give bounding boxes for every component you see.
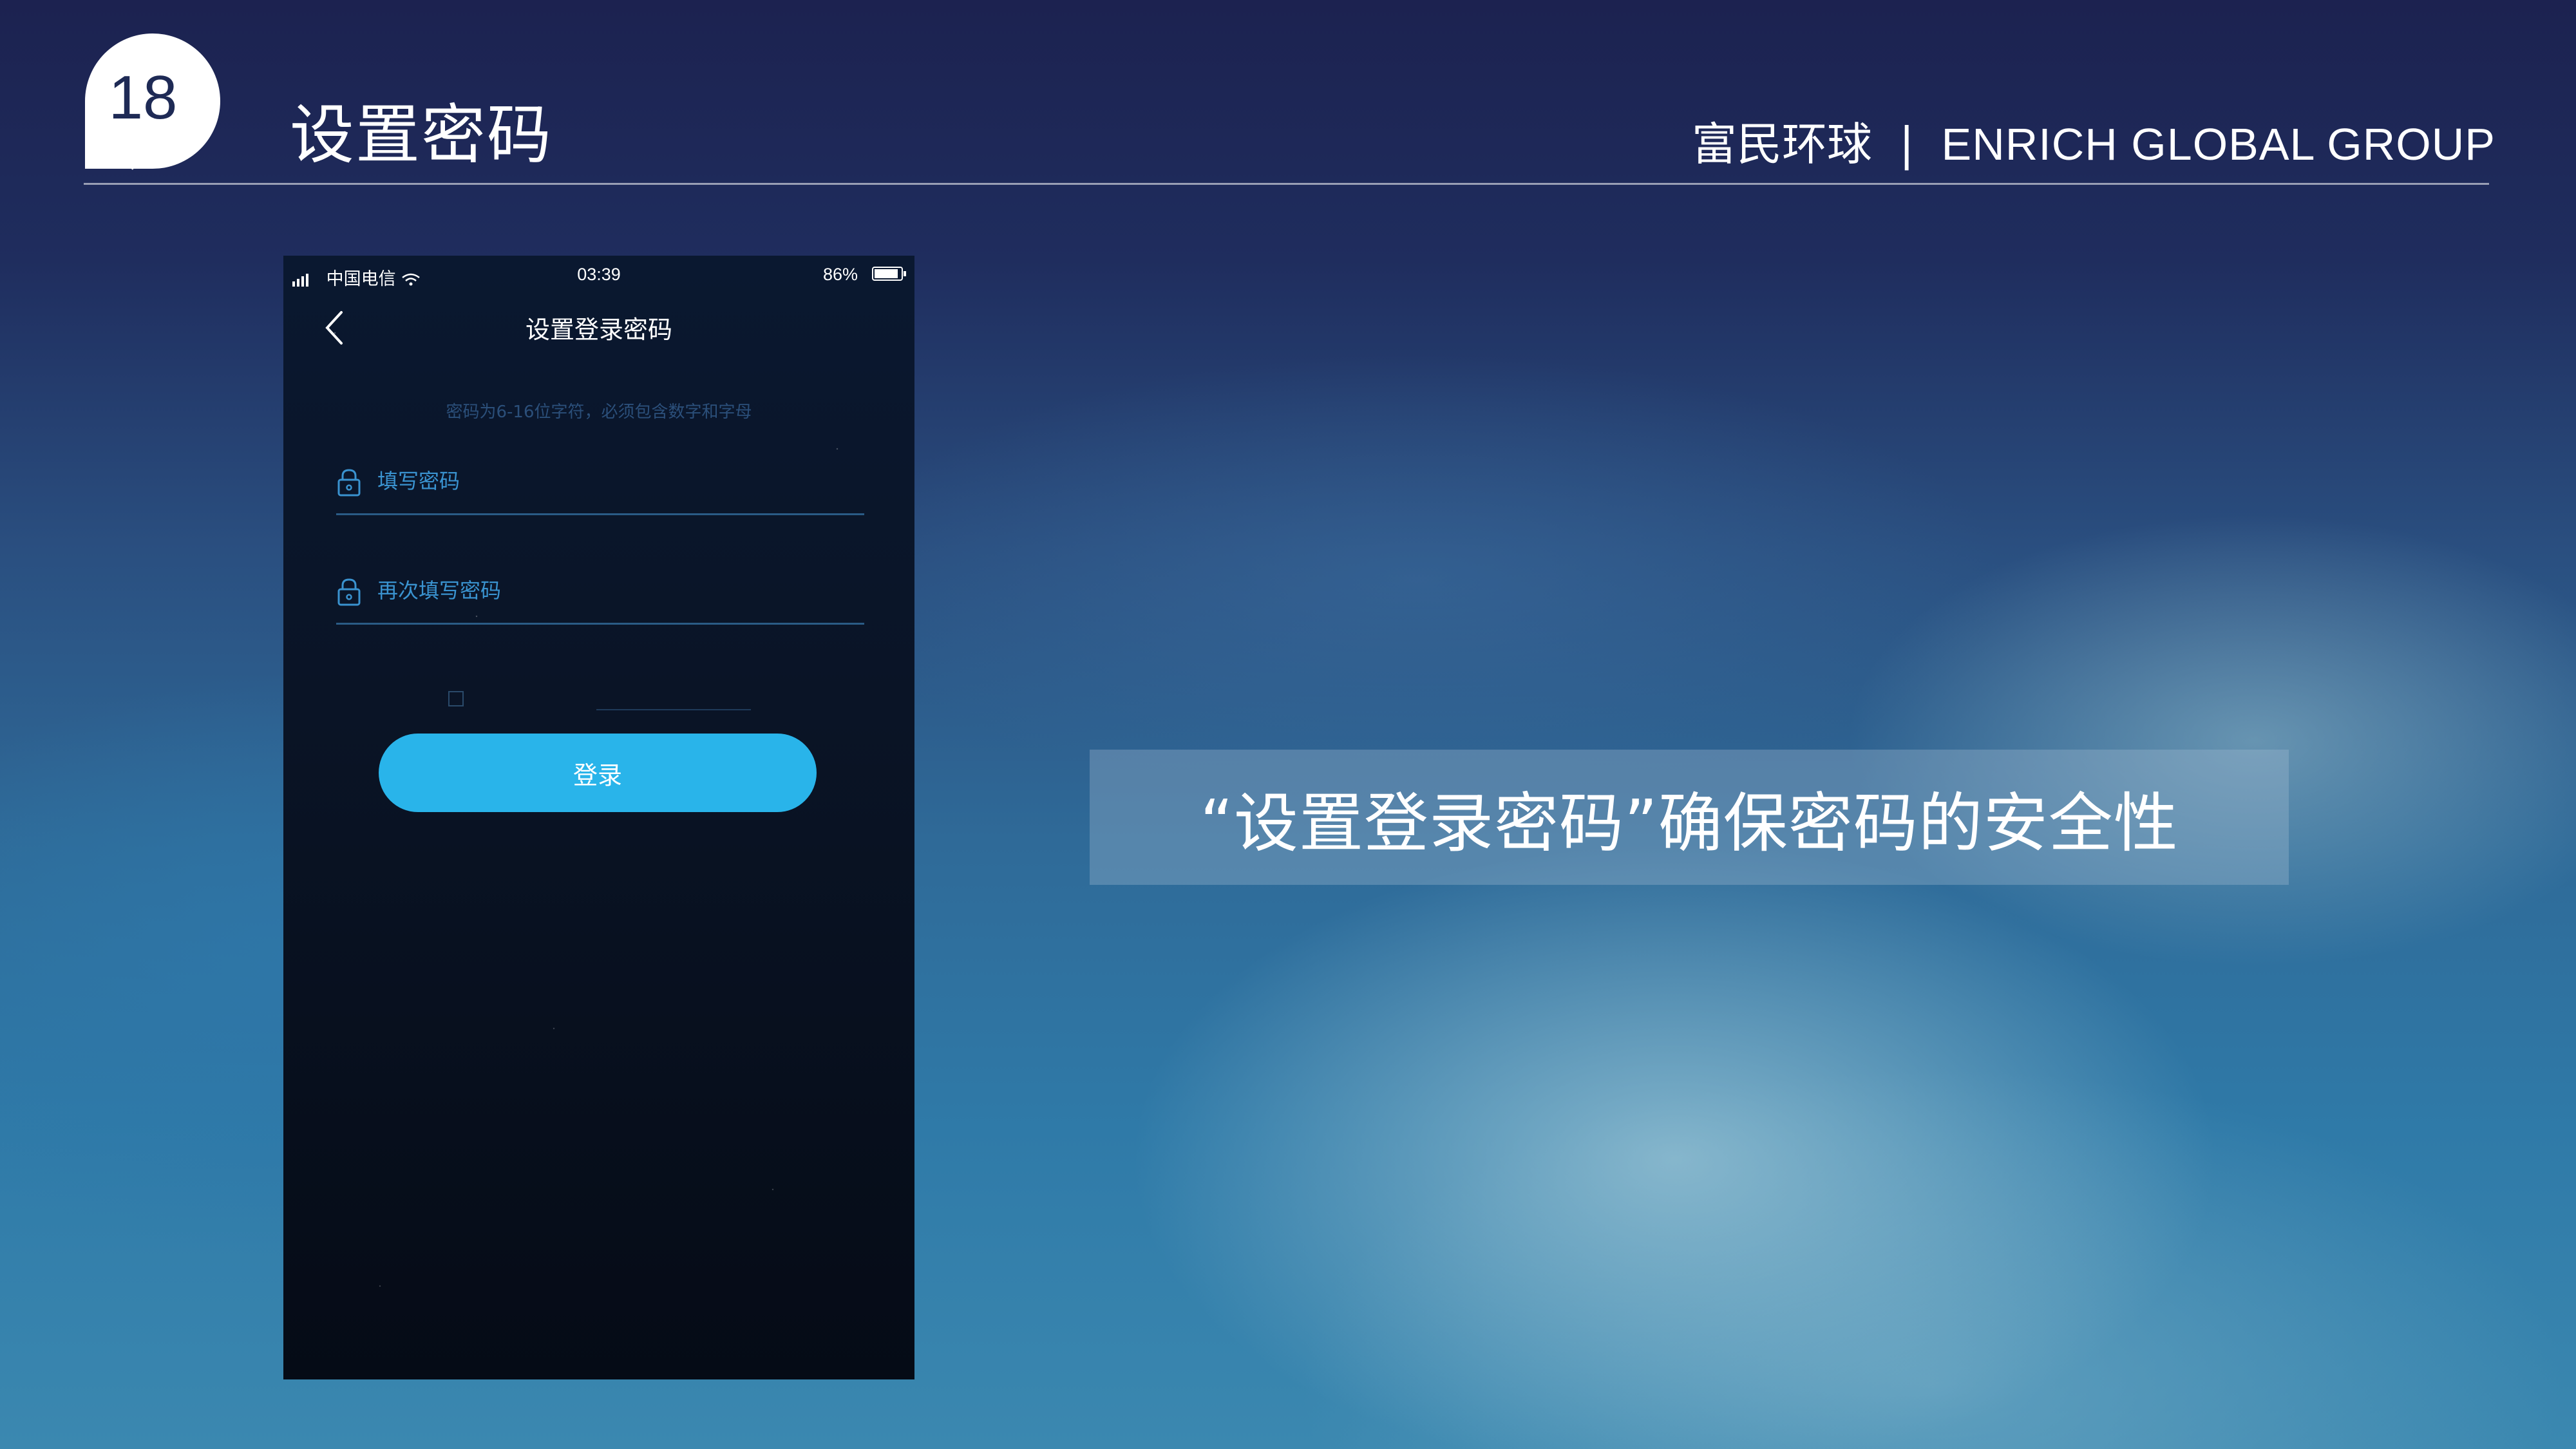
login-button[interactable]: 登录 xyxy=(379,734,817,812)
slide-title: 设置密码 xyxy=(290,97,553,173)
lock-icon xyxy=(337,578,361,606)
password-hint: 密码为6-16位字符，必须包含数字和字母 xyxy=(446,402,752,422)
password-field[interactable] xyxy=(336,449,864,515)
phone-screenshot: 中国电信 03:39 86% 设置登录密码 密码为6-16位字符，必须包含数字和… xyxy=(283,256,914,1379)
caption-text: “设置登录密码”确保密码的安全性 xyxy=(1200,785,2179,861)
password-input[interactable] xyxy=(376,464,829,498)
agreement-link-underline xyxy=(596,709,751,710)
battery-icon xyxy=(872,267,906,281)
slide-number: 18 xyxy=(108,63,178,132)
nav-bar: 设置登录密码 xyxy=(283,294,914,359)
header-divider xyxy=(84,183,2489,185)
brand-en: ENRICH GLOBAL GROUP xyxy=(1941,119,2496,169)
brand-cn: 富民环球 xyxy=(1691,118,1872,171)
nav-title: 设置登录密码 xyxy=(525,316,672,344)
caption-panel: “设置登录密码”确保密码的安全性 xyxy=(1090,750,2289,885)
lock-icon xyxy=(337,469,361,497)
status-battery-percent: 86% xyxy=(822,265,858,284)
status-time: 03:39 xyxy=(577,265,621,284)
agreement-row xyxy=(448,691,770,717)
brand: 富民环球 | ENRICH GLOBAL GROUP xyxy=(1692,108,2496,173)
brand-separator: | xyxy=(1899,118,1915,171)
status-bar: 中国电信 03:39 86% xyxy=(283,256,914,294)
confirm-password-input[interactable] xyxy=(376,574,829,607)
confirm-password-field[interactable] xyxy=(336,558,864,625)
agreement-checkbox[interactable] xyxy=(448,691,464,706)
